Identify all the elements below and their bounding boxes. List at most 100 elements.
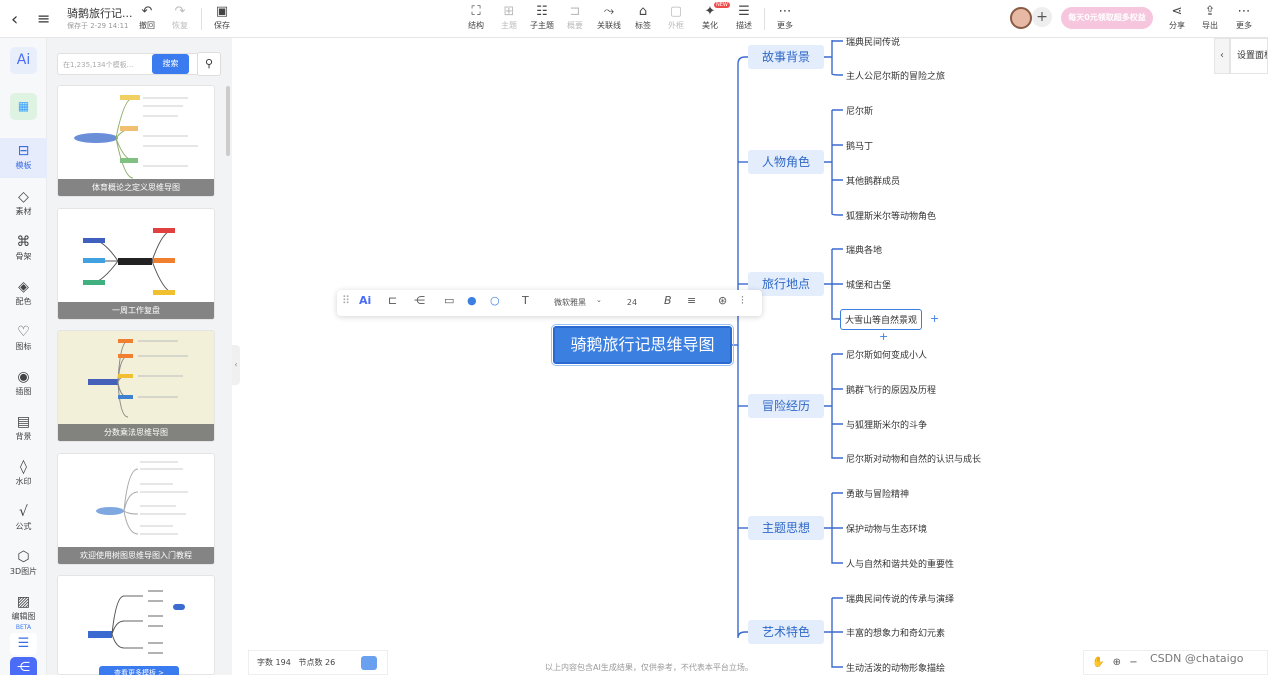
subtopic-node[interactable]: 尼尔斯: [846, 104, 873, 117]
sidebar-item-watermark[interactable]: ◊ 水印: [0, 458, 47, 487]
outline-view-icon[interactable]: ☰: [10, 633, 37, 655]
status-badge[interactable]: [361, 656, 377, 670]
topic-node[interactable]: 主题思想: [748, 516, 824, 540]
settings-panel-tab[interactable]: 设置面板: [1230, 38, 1268, 74]
drag-handle-icon[interactable]: ⠿: [342, 294, 350, 307]
avatar[interactable]: [1010, 7, 1032, 29]
template-thumbnail: [96, 461, 188, 535]
template-card[interactable]: 分数乘法思维导图: [57, 330, 215, 442]
ai-assistant-button[interactable]: Ai: [10, 47, 37, 74]
subtopic-node[interactable]: 与狐狸斯米尔的斗争: [846, 418, 927, 431]
hand-icon[interactable]: ✋: [1092, 657, 1104, 668]
text-style-icon[interactable]: T: [522, 294, 529, 307]
topic-node[interactable]: 艺术特色: [748, 620, 824, 644]
sidebar-item-color[interactable]: ◈ 配色: [0, 278, 47, 307]
more-tools-button[interactable]: ⋯ 更多: [770, 3, 800, 31]
template-card[interactable]: 体育概论之定义思维导图: [57, 85, 215, 197]
save-button[interactable]: ▣ 保存: [207, 3, 237, 31]
subtopic-node[interactable]: 瑞典民间传说: [846, 35, 900, 48]
template-card[interactable]: 一周工作复盘: [57, 208, 215, 320]
add-child-icon[interactable]: +: [879, 330, 888, 343]
subtopic-node[interactable]: 鹅马丁: [846, 139, 873, 152]
sidebar-item-material[interactable]: ◇ 素材: [0, 188, 47, 217]
font-size-stepper[interactable]: 24: [617, 295, 647, 311]
mindmap-canvas[interactable]: [240, 38, 1268, 675]
style-icon[interactable]: ⊛: [718, 294, 727, 307]
add-sibling-icon[interactable]: +: [930, 312, 939, 325]
sidebar-item-icons[interactable]: ♡ 图标: [0, 323, 47, 352]
topic-node[interactable]: 冒险经历: [748, 394, 824, 418]
subtopic-button[interactable]: ☷ 子主题: [527, 3, 557, 31]
topic-button[interactable]: ⊞ 主题: [494, 3, 524, 31]
subtopic-node-selected[interactable]: 大雪山等自然景观: [840, 309, 923, 330]
subtopic-node[interactable]: 尼尔斯如何变成小人: [846, 348, 927, 361]
subtopic-node[interactable]: 狐狸斯米尔等动物角色: [846, 209, 936, 222]
sidebar-item-3d[interactable]: ⬡ 3D图片: [0, 548, 47, 577]
template-thumbnail: [88, 339, 188, 418]
redo-button[interactable]: ↷ 恢复: [165, 3, 195, 31]
subtopic-node[interactable]: 城堡和古堡: [846, 278, 891, 291]
add-child-topic-icon[interactable]: ⊏: [388, 294, 397, 307]
share-button[interactable]: ⋖ 分享: [1162, 3, 1192, 31]
chevron-down-icon[interactable]: ⌄: [596, 296, 602, 304]
settings-sliders-icon[interactable]: ⫶: [741, 294, 744, 308]
subtopic-node[interactable]: 瑞典各地: [846, 243, 882, 256]
zoom-out-icon[interactable]: −: [1129, 657, 1137, 668]
more-templates-button[interactable]: 查看更多模板 >: [99, 666, 179, 675]
char-count: 字数 194: [257, 658, 291, 667]
shape-icon[interactable]: ▭: [444, 294, 454, 307]
border-color-icon[interactable]: ○: [490, 294, 500, 307]
topic-node[interactable]: 故事背景: [748, 45, 824, 69]
toggle-right-panel-button[interactable]: ‹: [1214, 38, 1230, 74]
hamburger-menu-icon[interactable]: ≡: [37, 9, 50, 28]
export-button[interactable]: ⇪ 导出: [1195, 3, 1225, 31]
promo-banner[interactable]: 每天0元领取超多权益: [1061, 7, 1153, 29]
file-title[interactable]: 骑鹅旅行记...: [67, 5, 133, 21]
fill-color-icon[interactable]: ●: [467, 294, 477, 307]
background-icon: ▤: [16, 414, 31, 430]
locate-icon[interactable]: ⊕: [1113, 657, 1121, 668]
subtopic-node[interactable]: 勇敢与冒险精神: [846, 487, 909, 500]
summary-button[interactable]: ⊐ 概要: [560, 3, 590, 31]
ai-generate-icon[interactable]: ▦: [10, 93, 37, 120]
undo-button[interactable]: ↶ 撤回: [132, 3, 162, 31]
align-icon[interactable]: ≡: [687, 294, 696, 307]
subtopic-node[interactable]: 主人公尼尔斯的冒险之旅: [846, 69, 945, 82]
subtopic-node[interactable]: 鹅群飞行的原因及历程: [846, 383, 936, 396]
frame-button[interactable]: ▢ 外框: [661, 3, 691, 31]
bold-icon[interactable]: B: [664, 294, 672, 307]
sidebar-item-formula[interactable]: √ 公式: [0, 503, 47, 532]
subtopic-node[interactable]: 生动活泼的动物形象描绘: [846, 661, 945, 674]
sidebar-item-illustration[interactable]: ◉ 插图: [0, 368, 47, 397]
scrollbar[interactable]: [226, 86, 230, 156]
root-node[interactable]: 骑鹅旅行记思维导图: [551, 324, 734, 366]
collapse-panel-handle[interactable]: ‹: [232, 345, 240, 385]
sidebar-item-skeleton[interactable]: ⌘ 骨架: [0, 233, 47, 262]
more-button[interactable]: ⋯ 更多: [1229, 3, 1259, 31]
mindmap-view-icon[interactable]: ⋲: [10, 657, 37, 675]
template-card[interactable]: 欢迎使用树图思维导图入门教程: [57, 453, 215, 565]
subtopic-node[interactable]: 人与自然和谐共处的重要性: [846, 557, 954, 570]
search-button[interactable]: 搜索: [152, 54, 189, 74]
sidebar-item-background[interactable]: ▤ 背景: [0, 413, 47, 442]
topic-node[interactable]: 人物角色: [748, 150, 824, 174]
add-collaborator-button[interactable]: +: [1032, 7, 1052, 27]
branch-icon[interactable]: ⋲: [414, 294, 425, 307]
subtopic-node[interactable]: 尼尔斯对动物和自然的认识与成长: [846, 452, 981, 465]
subtopic-node[interactable]: 丰富的想象力和奇幻元素: [846, 626, 945, 639]
paint-bucket-icon: ◈: [18, 279, 29, 295]
back-icon[interactable]: ‹: [11, 9, 18, 30]
label-button[interactable]: ⌂ 标签: [628, 3, 658, 31]
template-card[interactable]: [57, 575, 215, 675]
sidebar-item-template[interactable]: ⊟ 模板: [0, 138, 47, 178]
watermark: CSDN @chataigo: [1150, 652, 1244, 665]
relation-line-button[interactable]: ⤳ 关联线: [594, 3, 624, 31]
subtopic-node[interactable]: 保护动物与生态环境: [846, 522, 927, 535]
subtopic-node[interactable]: 其他鹅群成员: [846, 174, 900, 187]
subtopic-node[interactable]: 瑞典民间传说的传承与演绎: [846, 592, 954, 605]
structure-button[interactable]: ⛶ 结构: [461, 3, 491, 31]
filter-icon[interactable]: ⚲: [197, 52, 221, 76]
sidebar-item-edit-image[interactable]: ▨ 编辑图 BETA: [0, 593, 47, 631]
description-button[interactable]: ☰ 描述: [729, 3, 759, 31]
ai-button[interactable]: Ai: [359, 294, 371, 307]
